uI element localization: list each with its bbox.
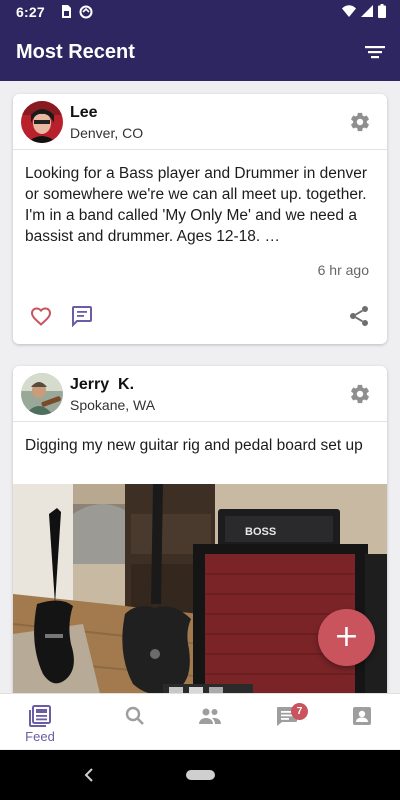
post-header: Jerry K. Spokane, WA (13, 366, 387, 422)
sync-icon (79, 5, 93, 19)
share-icon[interactable] (347, 304, 371, 328)
avatar[interactable] (21, 373, 63, 415)
nav-messages[interactable]: 7 (247, 694, 327, 750)
author-location: Spokane, WA (70, 397, 156, 413)
search-icon (125, 706, 144, 725)
post-timestamp: 6 hr ago (317, 262, 369, 278)
nav-feed-label: Feed (25, 729, 55, 744)
status-bar: 6:27 (0, 0, 400, 24)
back-icon[interactable] (82, 766, 96, 784)
feed-icon (29, 705, 51, 727)
post-card[interactable]: Lee Denver, CO Looking for a Bass player… (13, 94, 387, 344)
nav-search[interactable] (95, 694, 175, 750)
sim-card-icon (62, 5, 71, 18)
battery-icon (378, 4, 386, 18)
home-pill[interactable] (186, 770, 215, 780)
nav-profile[interactable] (322, 694, 400, 750)
app-bar: Most Recent (0, 24, 400, 81)
nav-feed[interactable]: Feed (0, 694, 80, 750)
comment-icon[interactable] (70, 304, 94, 328)
amp-brand-label: BOSS (245, 526, 276, 538)
status-time: 6:27 (16, 4, 45, 20)
nav-people[interactable] (170, 694, 250, 750)
post-text[interactable]: Digging my new guitar rig and pedal boar… (13, 422, 387, 456)
author-name[interactable]: Lee (70, 104, 98, 122)
heart-icon[interactable] (29, 304, 53, 328)
people-icon (199, 708, 221, 724)
signal-icon (361, 5, 373, 17)
author-location: Denver, CO (70, 125, 144, 141)
post-text[interactable]: Looking for a Bass player and Drummer in… (13, 150, 387, 247)
gear-icon[interactable] (349, 383, 371, 405)
system-navigation-bar (0, 750, 400, 800)
gear-icon[interactable] (349, 111, 371, 133)
bottom-navigation: Feed 7 (0, 693, 400, 749)
post-header: Lee Denver, CO (13, 94, 387, 150)
filter-icon[interactable] (362, 40, 388, 64)
wifi-icon (342, 5, 356, 17)
author-name[interactable]: Jerry K. (70, 376, 134, 394)
messages-badge: 7 (291, 703, 308, 720)
page-title: Most Recent (16, 41, 135, 63)
post-actions (13, 300, 387, 334)
status-icons (342, 4, 386, 18)
avatar[interactable] (21, 101, 63, 143)
add-post-button[interactable]: + (318, 609, 375, 666)
profile-icon (353, 707, 371, 725)
feed-list[interactable]: Lee Denver, CO Looking for a Bass player… (0, 81, 400, 693)
